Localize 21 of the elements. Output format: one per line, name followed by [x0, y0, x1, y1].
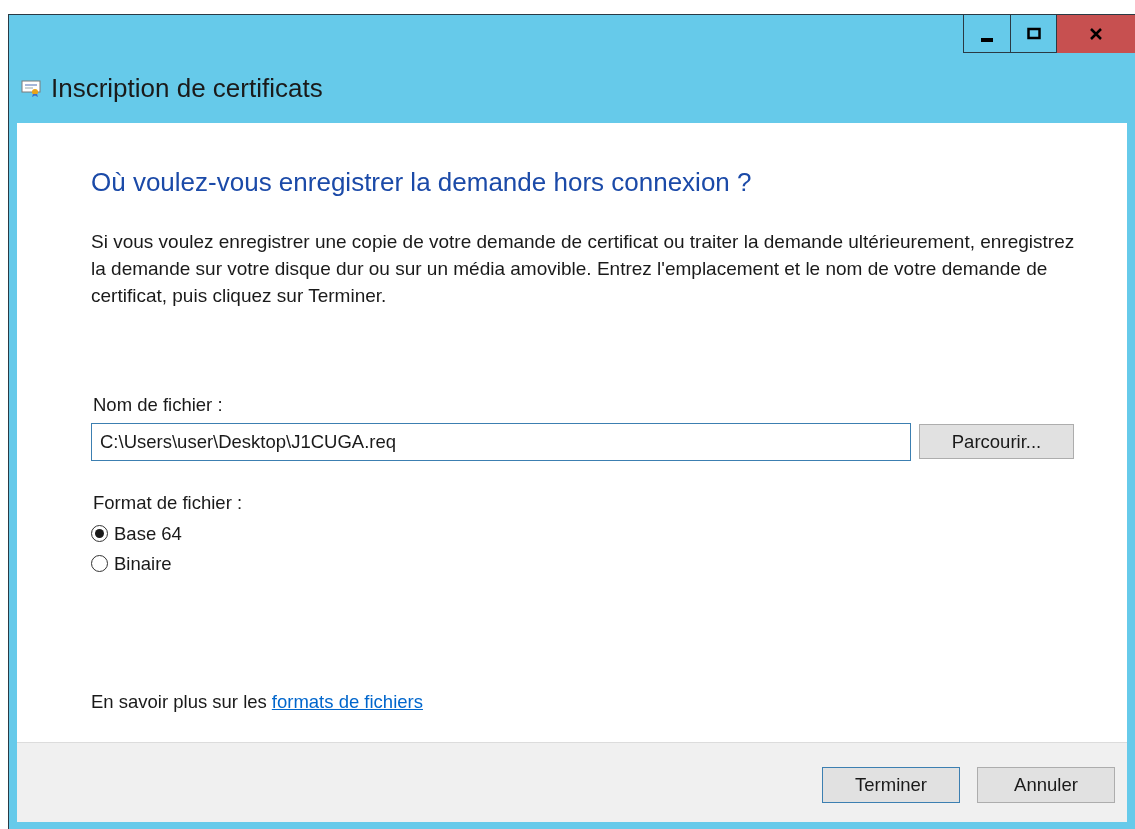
- radio-label[interactable]: Base 64: [114, 519, 182, 548]
- page-heading: Où voulez-vous enregistrer la demande hors connexion ?: [91, 166, 753, 199]
- radio-button[interactable]: [91, 555, 108, 572]
- help-text: En savoir plus sur les: [91, 690, 267, 715]
- window-title: Inscription de certificats: [51, 71, 323, 105]
- field-label: Format de fichier :: [93, 490, 244, 515]
- certificate-icon: [21, 79, 41, 97]
- formats-link[interactable]: formats de fichiers: [271, 688, 423, 716]
- description-text: Si vous voulez enregistrer une copie de votre demande de certificat ou traiter la demande ultérieurement, enregistrez la demande sur votre disque dur ou sur un média amovible. Entrez l'emplacement et le nom de votre demande de certificat, puis cliquez sur Terminer.: [91, 230, 1076, 308]
- dialog-button[interactable]: Terminer: [822, 766, 960, 803]
- radio-button[interactable]: [91, 525, 108, 542]
- maximize-icon: [1025, 25, 1042, 42]
- file-name-field[interactable]: C:\Users\user\Desktop\J1CUGA.req: [91, 422, 911, 461]
- field-label: Nom de fichier :: [93, 393, 224, 417]
- minimize-icon: [981, 37, 993, 42]
- dialog-button[interactable]: Annuler: [977, 766, 1115, 803]
- minimize-button[interactable]: [963, 15, 1011, 53]
- maximize-button[interactable]: [1011, 15, 1057, 53]
- browse-button[interactable]: Parcourir...: [919, 424, 1074, 460]
- radio-label[interactable]: Binaire: [114, 549, 172, 578]
- close-icon: [1088, 26, 1104, 42]
